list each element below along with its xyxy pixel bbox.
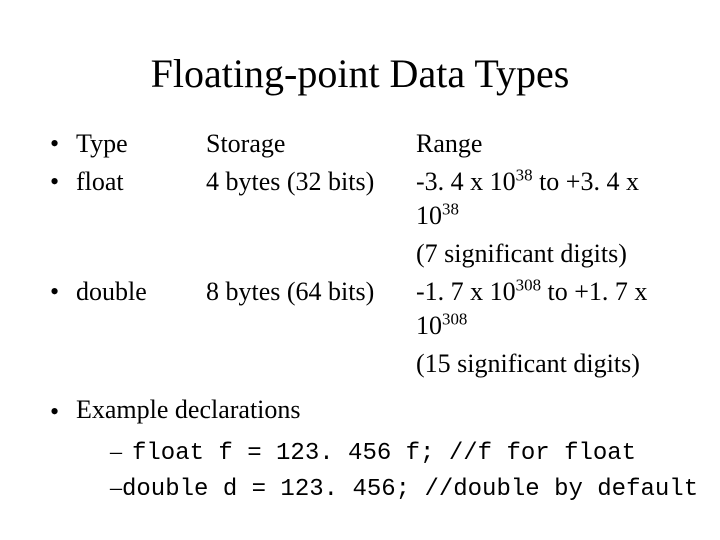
slide: Floating-point Data Types • Type Storage… (0, 0, 720, 540)
table-row: (15 significant digits) (50, 347, 670, 381)
bullet-icon: • (50, 165, 76, 199)
header-type: Type (76, 127, 206, 161)
table-row: • float 4 bytes (32 bits) -3. 4 x 1038 t… (50, 165, 670, 233)
dash-icon: – (110, 435, 132, 469)
code-text: float f = 123. 456 f; //f for float (132, 437, 636, 471)
precision-label: (15 significant digits) (416, 347, 670, 381)
header-range: Range (416, 127, 670, 161)
storage-label: 8 bytes (64 bits) (206, 275, 416, 309)
type-label: double (76, 275, 206, 309)
code-line: – double d = 123. 456; //double by defau… (110, 471, 670, 507)
table-header-row: • Type Storage Range (50, 127, 670, 161)
range-label: -1. 7 x 10308 to +1. 7 x 10308 (416, 275, 670, 343)
bullet-icon: • (50, 275, 76, 309)
slide-title: Floating-point Data Types (50, 50, 670, 97)
dash-icon: – (110, 471, 122, 505)
precision-label: (7 significant digits) (416, 237, 670, 271)
code-line: – float f = 123. 456 f; //f for float (110, 435, 670, 471)
example-heading: Example declarations (76, 395, 301, 425)
header-storage: Storage (206, 127, 416, 161)
example-heading-row: • Example declarations (50, 395, 670, 429)
bullet-icon: • (50, 395, 76, 429)
bullet-icon: • (50, 127, 76, 161)
table-row: (7 significant digits) (50, 237, 670, 271)
range-label: -3. 4 x 1038 to +3. 4 x 1038 (416, 165, 670, 233)
table-row: • double 8 bytes (64 bits) -1. 7 x 10308… (50, 275, 670, 343)
code-text: double d = 123. 456; //double by default (122, 473, 698, 507)
type-label: float (76, 165, 206, 199)
code-block: – float f = 123. 456 f; //f for float – … (50, 435, 670, 507)
storage-label: 4 bytes (32 bits) (206, 165, 416, 199)
